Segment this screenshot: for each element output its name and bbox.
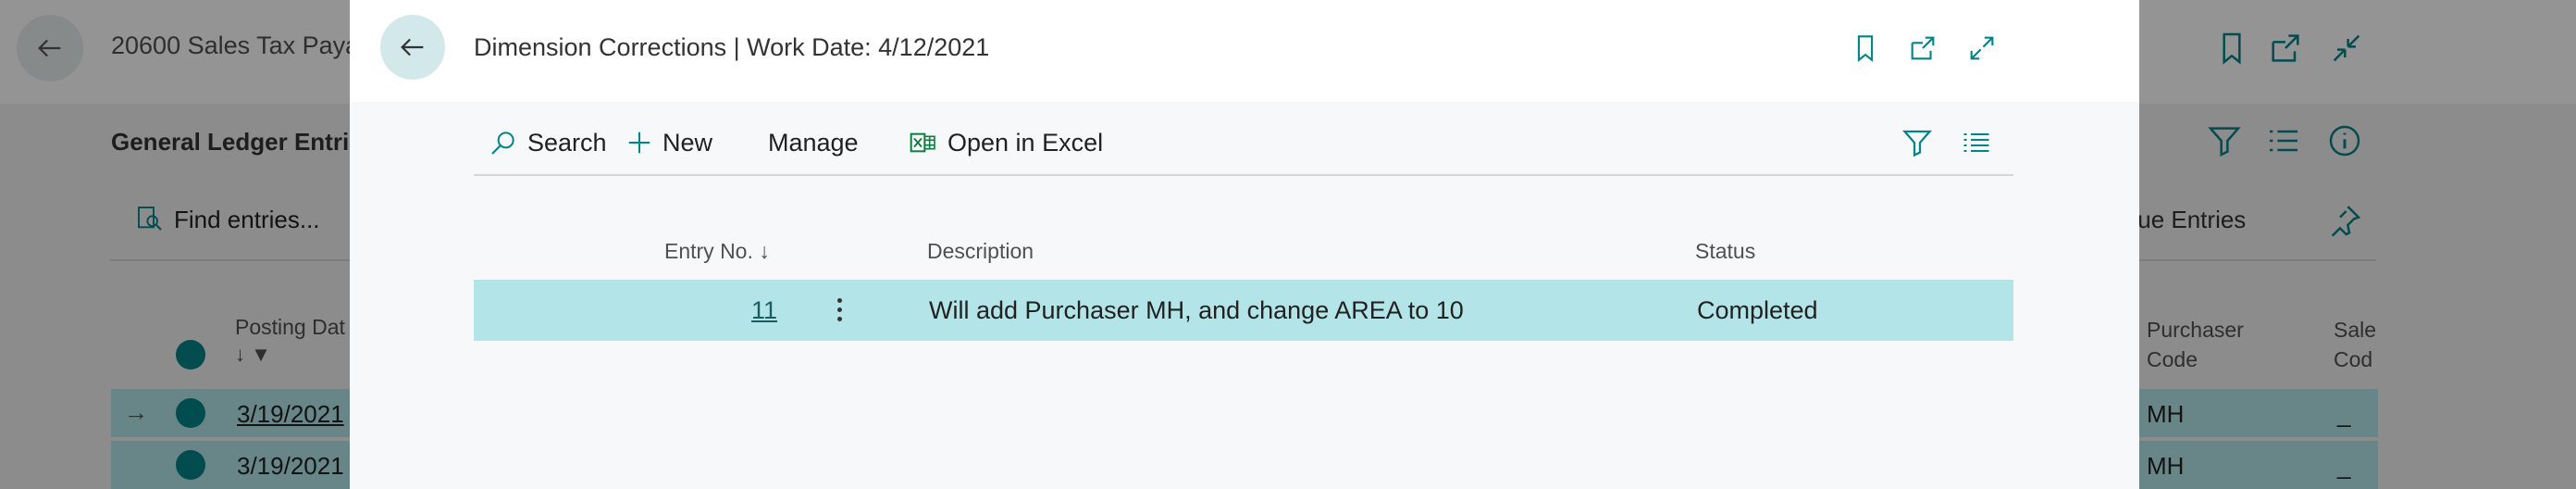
table-row[interactable]: 11 Will add Purchaser MH, and change ARE… xyxy=(474,280,2013,341)
open-in-excel-label: Open in Excel xyxy=(947,128,1104,157)
more-dot xyxy=(836,297,842,303)
back-button[interactable] xyxy=(380,15,445,80)
search-label: Search xyxy=(527,128,607,157)
expand-icon xyxy=(1970,36,1994,60)
search-button[interactable]: Search xyxy=(489,124,607,161)
more-dot xyxy=(836,316,842,321)
more-dot xyxy=(836,307,842,312)
page-title: Dimension Corrections | Work Date: 4/12/… xyxy=(474,33,990,61)
search-icon xyxy=(491,132,514,155)
entry-no-column-header[interactable]: Entry No. ↓ xyxy=(664,239,770,264)
excel-icon xyxy=(910,132,935,153)
status-column-header[interactable]: Status xyxy=(1695,239,1755,264)
new-button[interactable]: New xyxy=(625,124,712,161)
bookmark-button[interactable] xyxy=(1847,30,1884,67)
description-cell: Will add Purchaser MH, and change AREA t… xyxy=(929,296,1464,324)
dialog-header: Dimension Corrections | Work Date: 4/12/… xyxy=(350,0,2139,102)
open-in-excel-button[interactable]: Open in Excel xyxy=(909,124,1103,161)
filter-icon xyxy=(1902,130,1932,157)
open-in-new-window-icon xyxy=(1911,36,1935,60)
action-bar: Search New Manage Open in Excel xyxy=(474,111,2013,176)
list-view-icon xyxy=(1963,132,1989,153)
list-view-button[interactable] xyxy=(1960,124,2002,161)
manage-menu[interactable]: Manage xyxy=(768,124,859,161)
bookmark-icon xyxy=(1857,35,1874,62)
manage-label: Manage xyxy=(768,128,859,157)
arrow-left-icon xyxy=(401,38,424,56)
new-label: New xyxy=(663,128,713,157)
entry-no-cell[interactable]: 11 xyxy=(751,296,777,325)
description-column-header[interactable]: Description xyxy=(927,239,1034,264)
sort-descending-icon: ↓ xyxy=(759,239,770,263)
status-cell: Completed xyxy=(1697,296,1818,324)
expand-button[interactable] xyxy=(1963,30,2000,67)
dimension-corrections-dialog: Dimension Corrections | Work Date: 4/12/… xyxy=(350,0,2139,489)
row-actions-menu[interactable] xyxy=(825,291,853,328)
plus-icon xyxy=(628,132,650,154)
open-new-window-button[interactable] xyxy=(1904,30,1941,67)
entry-no-header-label: Entry No. xyxy=(664,239,753,263)
filter-button[interactable] xyxy=(1901,124,1943,161)
